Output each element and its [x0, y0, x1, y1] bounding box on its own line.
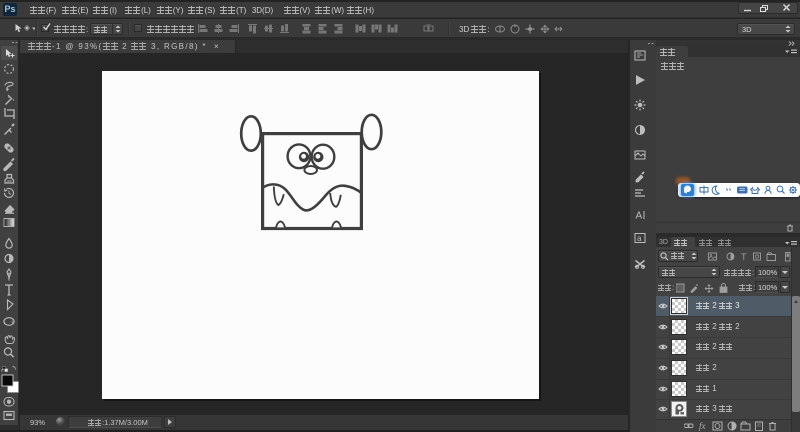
svg-text:A: A [636, 211, 643, 222]
svg-text:a: a [637, 234, 642, 243]
svg-text:fx: fx [699, 421, 706, 431]
svg-text:T: T [741, 252, 747, 262]
